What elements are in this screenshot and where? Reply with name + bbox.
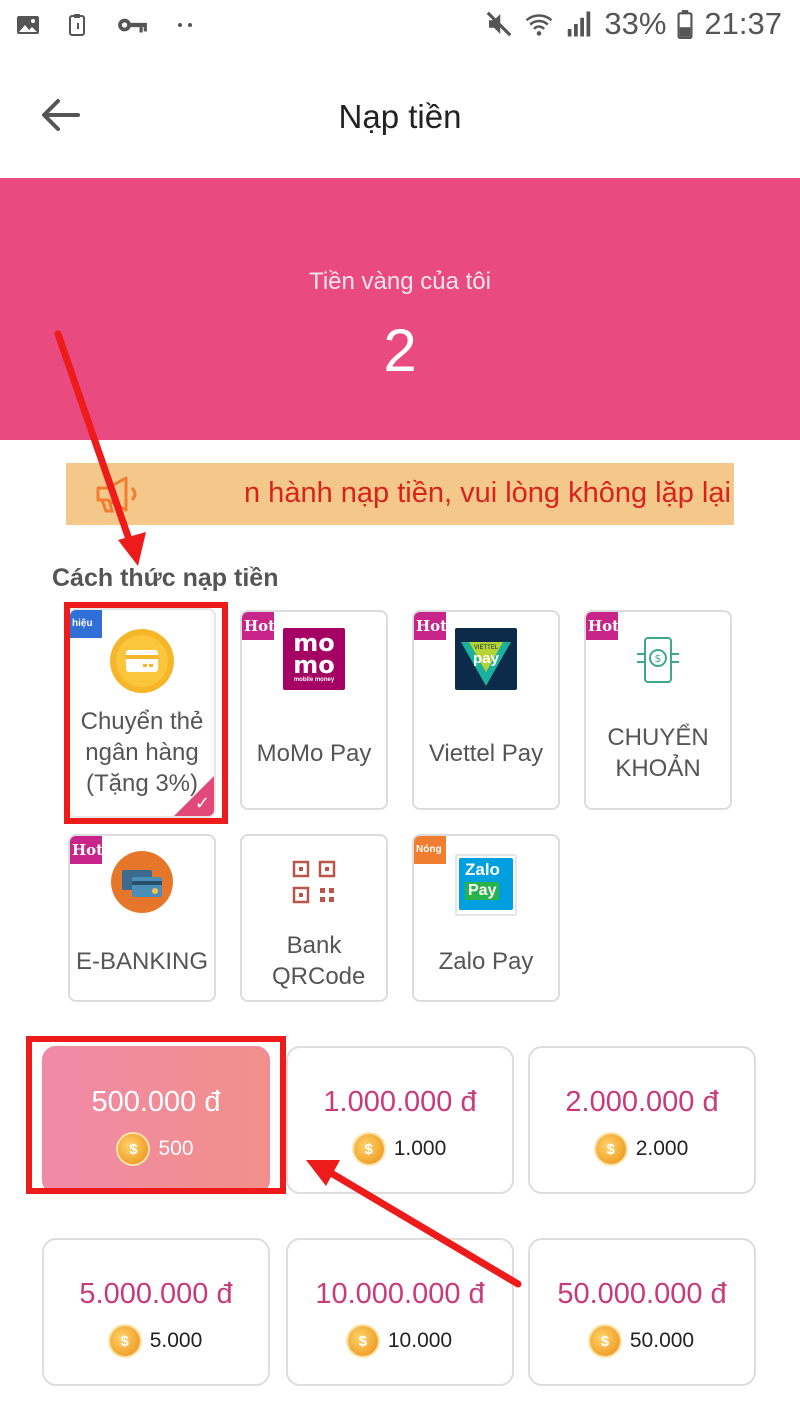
method-label: Zalo Pay: [438, 948, 534, 975]
amount-option[interactable]: 10.000.000 đ $10.000: [286, 1238, 514, 1386]
zalopay-logo: Zalo Pay: [455, 854, 517, 916]
amount-coins: 5.000: [149, 1329, 203, 1352]
phone-transfer-icon: $: [637, 637, 679, 683]
balance-banner: Tiền vàng của tôi 2: [0, 178, 800, 440]
coin-icon: $: [589, 1326, 620, 1356]
image-icon: [17, 16, 39, 34]
amount-coins: 50.000: [629, 1329, 695, 1352]
method-label: E-BANKING: [75, 948, 209, 975]
method-bank-qrcode[interactable]: Bank QRCode: [240, 834, 388, 1002]
tag-badge: Hot: [70, 836, 102, 864]
battery-icon: [677, 10, 693, 39]
amount-price: 2.000.000 đ: [565, 1086, 719, 1118]
ebanking-cards-icon: [111, 851, 173, 913]
balance-value: 2: [383, 317, 417, 384]
amount-option[interactable]: 5.000.000 đ $5.000: [42, 1238, 270, 1386]
app-header: Nạp tiền: [0, 56, 800, 178]
status-bar: 33% 21:37: [0, 0, 800, 56]
tag-badge: Hot: [242, 612, 274, 640]
amount-price: 10.000.000 đ: [315, 1278, 485, 1310]
methods-section-title: Cách thức nạp tiền: [52, 564, 279, 592]
amount-option[interactable]: 50.000.000 đ $50.000: [528, 1238, 756, 1386]
notice-text: n hành nạp tiền, vui lòng không lặp lại …: [244, 477, 734, 509]
method-bank-transfer[interactable]: Hot $ CHUYỂN KHOẢN: [584, 610, 732, 810]
balance-label: Tiền vàng của tôi: [309, 268, 491, 295]
qrcode-icon: [292, 860, 336, 904]
clipboard-icon: [69, 14, 85, 36]
amount-coins: 2.000: [635, 1137, 689, 1160]
method-ebanking[interactable]: Hot E-BANKING: [68, 834, 216, 1002]
megaphone-icon: [96, 476, 137, 513]
key-icon: [118, 18, 147, 33]
viettelpay-logo: VIETTEL pay: [455, 628, 517, 690]
more-dots-icon: [178, 23, 192, 27]
amount-price: 5.000.000 đ: [79, 1278, 233, 1310]
amount-option[interactable]: 2.000.000 đ $2.000: [528, 1046, 756, 1194]
tag-badge: Nóng: [414, 836, 446, 864]
mute-icon: [487, 11, 512, 37]
wifi-icon: [526, 14, 553, 36]
method-viettel-pay[interactable]: Hot VIETTEL pay Viettel Pay: [412, 610, 560, 810]
annotation-box-amount: [26, 1036, 286, 1194]
coin-icon: $: [353, 1134, 384, 1164]
method-label: Bank QRCode: [272, 932, 366, 990]
page-title: Nạp tiền: [338, 98, 462, 135]
svg-text:$: $: [655, 652, 662, 665]
amount-price: 1.000.000 đ: [323, 1086, 477, 1118]
method-label: MoMo Pay: [256, 740, 372, 767]
tag-badge: Hot: [586, 612, 618, 640]
amount-coins: 1.000: [393, 1137, 447, 1160]
method-label: Viettel Pay: [428, 740, 544, 767]
signal-icon: [568, 11, 591, 37]
tag-badge: Hot: [414, 612, 446, 640]
method-momo[interactable]: Hot mo mo mobile money MoMo Pay: [240, 610, 388, 810]
coin-icon: $: [595, 1134, 626, 1164]
battery-percent: 33%: [604, 6, 667, 41]
method-zalo-pay[interactable]: Nóng Zalo Pay Zalo Pay: [412, 834, 560, 1002]
notice-banner: n hành nạp tiền, vui lòng không lặp lại …: [66, 463, 734, 525]
momo-logo: mo mo mobile money: [283, 628, 345, 690]
clock: 21:37: [704, 6, 782, 41]
annotation-box-method: [64, 602, 228, 824]
amount-option[interactable]: 1.000.000 đ $1.000: [286, 1046, 514, 1194]
coin-icon: $: [109, 1326, 140, 1356]
amount-price: 50.000.000 đ: [557, 1278, 727, 1310]
amount-coins: 10.000: [387, 1329, 453, 1352]
method-label: CHUYỂN KHOẢN: [607, 724, 709, 782]
coin-icon: $: [347, 1326, 378, 1356]
